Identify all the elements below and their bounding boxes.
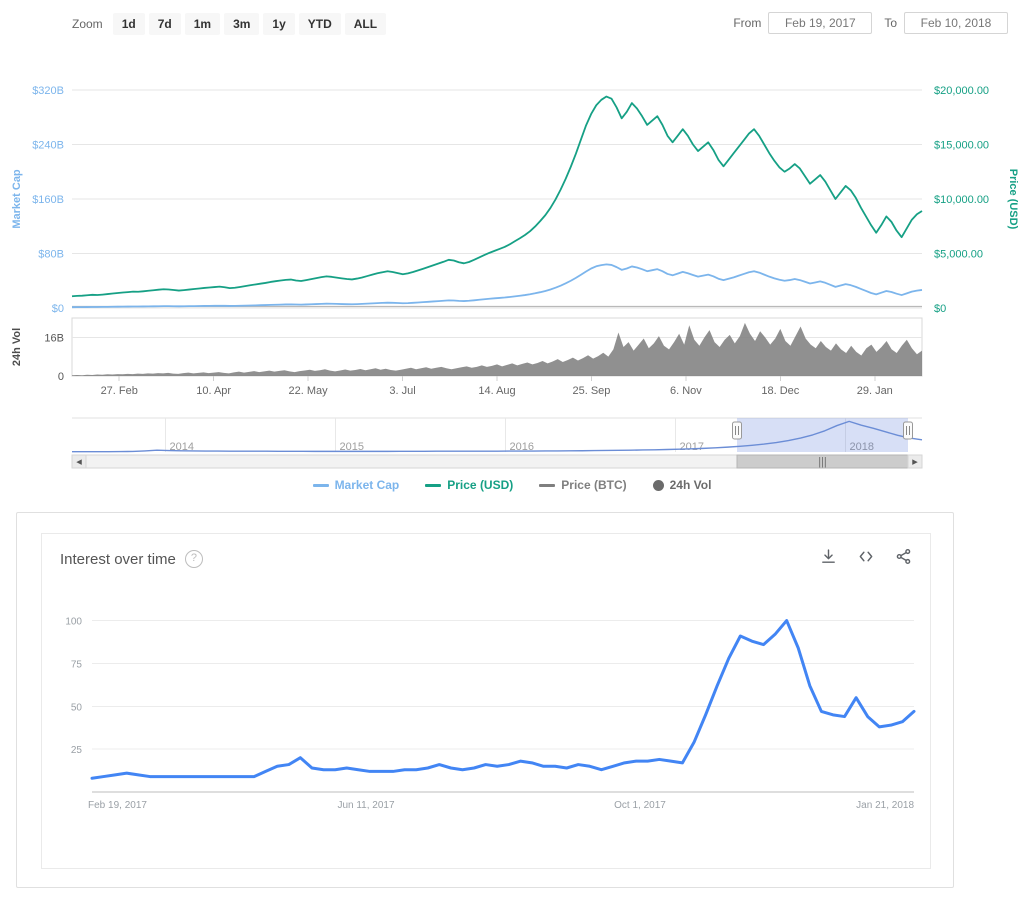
left-axis-tick-label: $80B [38,249,64,261]
right-axis-tick-label: $15,000.00 [934,140,989,152]
x-axis-tick-label: 25. Sep [572,385,610,397]
volume-axis-tick-label: 16B [44,332,64,344]
interest-over-time-card: Interest over time ? 25 50 75 100 Feb 19… [16,512,954,888]
navigator-selected-range[interactable] [737,418,908,452]
legend-line-icon [539,483,556,487]
x-axis-tick-label: 27. Feb [101,385,138,397]
left-axis-tick-label: $320B [32,85,64,97]
trends-y-tick-label: 75 [71,659,83,670]
zoom-button-1d[interactable]: 1d [112,13,145,35]
series-24h-vol [72,322,922,376]
left-axis-tick-label: $240B [32,140,64,152]
download-icon[interactable] [820,548,837,570]
legend-item-price-btc[interactable]: Price (BTC) [539,478,627,492]
legend-item-24h-vol[interactable]: 24h Vol [652,478,712,492]
x-axis-tick-label: 14. Aug [478,385,515,397]
legend-label: Market Cap [334,478,400,492]
navigator-handle-right-body [903,421,913,440]
trends-x-tick-label: Feb 19, 2017 [88,800,147,811]
scrollbar-right-arrow-icon: ▸ [912,456,918,468]
legend-label: 24h Vol [669,478,712,492]
x-axis-tick-label: 10. Apr [196,385,231,397]
right-axis-tick-label: $20,000.00 [934,85,989,97]
trends-y-tick-label: 100 [65,617,82,628]
help-icon[interactable]: ? [184,550,203,568]
trends-y-tick-label: 50 [71,702,83,713]
zoom-range-selector: Zoom 1d 7d 1m 3m 1y YTD ALL [72,13,390,35]
scrollbar-thumb-grip: ||| [818,456,827,468]
chart-legend: Market Cap Price (USD) Price (BTC) 24h Vol [0,478,1024,492]
trends-chart-svg: 25 50 75 100 Feb 19, 2017 Jun 11, 2017 Oct 1, … [65,617,916,811]
share-icon[interactable] [895,548,912,570]
zoom-label: Zoom [72,17,103,31]
legend-dot-icon [652,479,664,491]
left-axis-title: Market Cap [11,169,23,229]
volume-axis-title: 24h Vol [11,328,23,366]
legend-label: Price (USD) [447,478,514,492]
legend-line-icon [425,483,442,487]
stock-chart-svg: $0 $0 $80B $5,000.00 $160B $10,000.00 $240B $15… [11,85,1019,469]
navigator-year-label: 2017 [680,441,704,453]
trends-x-tick-label: Jan 21, 2018 [856,800,914,811]
to-label: To [884,16,897,30]
embed-icon[interactable] [857,548,875,570]
zoom-button-all[interactable]: ALL [344,13,387,35]
zoom-button-7d[interactable]: 7d [148,13,181,35]
series-price-usd [71,95,923,298]
left-axis-tick-label: $0 [52,303,64,315]
interest-over-time-panel: Interest over time ? 25 50 75 100 Feb 19… [41,533,931,869]
chart-toolbar: Zoom 1d 7d 1m 3m 1y YTD ALL From Feb 19,… [0,0,1024,40]
left-axis-tick-label: $160B [32,194,64,206]
card-actions [820,548,912,570]
interest-over-time-plot[interactable]: 25 50 75 100 Feb 19, 2017 Jun 11, 2017 Oct 1, … [42,594,930,868]
navigator-handle-right[interactable] [903,421,913,440]
to-date-input[interactable]: Feb 10, 2018 [904,12,1008,34]
card-title: Interest over time [60,550,176,568]
zoom-button-1m[interactable]: 1m [184,13,221,35]
right-axis-tick-label: $0 [934,303,946,315]
legend-item-price-usd[interactable]: Price (USD) [425,478,513,492]
series-market-cap [71,263,923,309]
x-axis-tick-label: 3. Jul [389,385,415,397]
card-header: Interest over time ? [60,550,203,568]
trends-series-line [90,619,916,780]
right-axis-tick-label: $10,000.00 [934,194,989,206]
volume-axis-tick-label: 0 [58,371,64,383]
zoom-button-3m[interactable]: 3m [224,13,260,35]
x-axis-tick-label: 29. Jan [857,385,893,397]
x-axis-tick-label: 22. May [289,385,329,397]
right-axis-tick-label: $5,000.00 [934,249,983,261]
x-axis-tick-label: 18. Dec [761,385,799,397]
zoom-button-ytd[interactable]: YTD [298,13,341,35]
trends-x-tick-label: Jun 11, 2017 [337,800,395,811]
trends-x-tick-label: Oct 1, 2017 [614,800,666,811]
date-range-inputs: From Feb 19, 2017 To Feb 10, 2018 [733,12,1008,34]
from-date-input[interactable]: Feb 19, 2017 [768,12,873,34]
scrollbar-left-arrow-icon: ◂ [76,456,82,468]
from-label: From [733,16,762,30]
legend-label: Price (BTC) [561,478,627,492]
navigator-handle-left-body [732,421,742,440]
right-axis-title: Price (USD) [1007,169,1019,230]
zoom-button-1y[interactable]: 1y [263,13,295,35]
trends-y-tick-label: 25 [71,745,83,756]
x-axis-tick-label: 6. Nov [670,385,702,397]
market-cap-price-chart[interactable]: $0 $0 $80B $5,000.00 $160B $10,000.00 $240B $15… [0,40,1024,510]
legend-item-market-cap[interactable]: Market Cap [312,478,400,492]
legend-line-icon [312,483,329,487]
navigator-handle-left[interactable] [732,421,742,440]
